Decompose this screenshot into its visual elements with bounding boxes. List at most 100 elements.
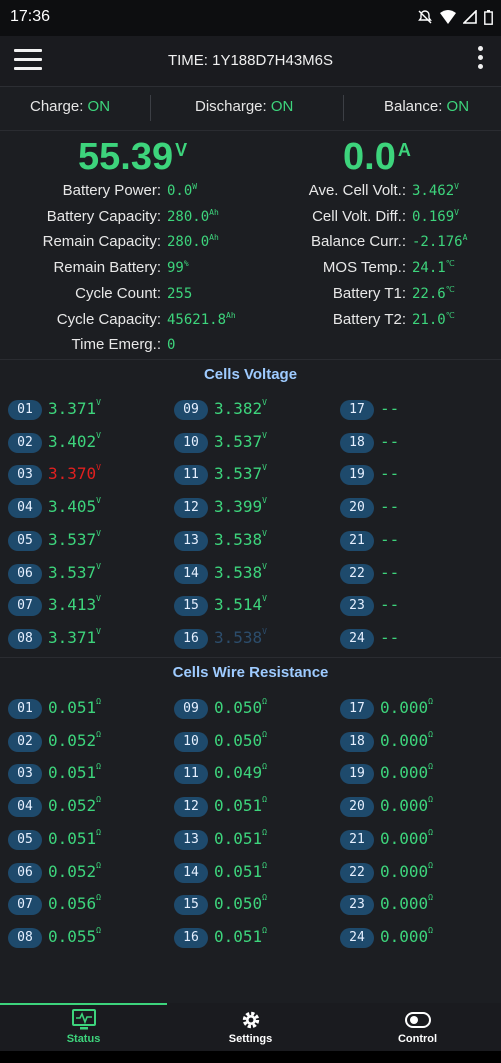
cell-voltage-item: 03 3.370V [8, 463, 168, 487]
cell-value: 3.537V [48, 561, 101, 582]
cell-value: 0.050Ω [214, 729, 267, 750]
cell-unit: Ω [428, 893, 433, 903]
stat-row: Cell Volt. Diff.: 0.169V [0, 208, 501, 230]
cell-number: 0.050 [214, 730, 263, 750]
cell-number-badge: 24 [340, 628, 374, 649]
cell-unit: Ω [96, 729, 101, 739]
cell-number: 0.051 [48, 828, 97, 848]
nav-control[interactable]: Control [334, 1003, 501, 1051]
cell-voltage-item: 08 3.371V [8, 627, 168, 651]
cell-value: 0.000Ω [380, 762, 433, 783]
cell-number-badge: 15 [174, 895, 208, 916]
cell-number: 3.514 [214, 595, 263, 615]
cell-number-badge: 01 [8, 400, 42, 420]
cell-value: 0.051Ω [48, 762, 101, 782]
cell-number: 0.000 [380, 763, 429, 783]
cell-number-badge: 18 [340, 731, 374, 752]
wire-resistance-item: 19 0.000Ω [340, 762, 500, 786]
divider [343, 95, 344, 121]
nav-settings[interactable]: Settings [167, 1003, 334, 1051]
cell-number-badge: 15 [174, 596, 208, 617]
cell-value: 3.382V [214, 398, 267, 418]
cell-number: 0.000 [380, 828, 429, 848]
cell-number: -- [380, 399, 400, 418]
cell-number-badge: 23 [340, 895, 374, 916]
cell-voltage-item: 19 -- [340, 463, 500, 487]
wire-resistance-item: 09 0.050Ω [174, 697, 334, 721]
cell-value: 3.370V [48, 463, 101, 483]
cell-number-badge: 20 [340, 797, 374, 818]
cell-number: -- [380, 497, 400, 517]
cell-number-badge: 17 [340, 699, 374, 719]
stat-value: 21.0℃ [412, 311, 455, 328]
cell-value: 3.405V [48, 496, 101, 516]
cell-unit: Ω [428, 762, 433, 772]
stat-number: 24.1 [412, 260, 446, 277]
cell-unit: V [262, 594, 267, 604]
cell-unit: V [96, 626, 101, 636]
cell-number-badge: 24 [340, 927, 374, 948]
cells-voltage-title: Cells Voltage [203, 366, 298, 383]
cell-value: 3.538V [214, 627, 267, 647]
cell-value: -- [380, 497, 399, 516]
cell-number-badge: 14 [174, 862, 208, 883]
cell-number-badge: 22 [340, 563, 374, 584]
stat-label: Ave. Cell Volt.: [308, 182, 406, 199]
cell-unit: V [262, 496, 267, 506]
cell-number: 0.051 [214, 926, 263, 946]
gear-icon [242, 1011, 259, 1029]
stat-number: 0.169 [412, 208, 455, 225]
cell-value: 0.000Ω [380, 828, 433, 848]
cell-number: 0.000 [380, 861, 429, 881]
cell-value: 3.538V [214, 529, 267, 549]
cell-voltage-item: 23 -- [340, 594, 500, 618]
cell-number: 0.052 [48, 861, 97, 881]
cell-unit: V [96, 594, 101, 604]
cell-voltage-item: 04 3.405V [8, 496, 168, 520]
nav-status[interactable]: Status [0, 1003, 167, 1051]
cell-number: 0.000 [380, 796, 429, 816]
bottom-navigation: Status Settings Control [0, 1003, 501, 1051]
stat-label: Balance Curr.: [310, 233, 406, 251]
cell-voltage-item: 18 -- [340, 431, 500, 455]
wire-resistance-item: 24 0.000Ω [340, 926, 500, 950]
cell-number: 3.537 [214, 431, 263, 451]
cell-number: 3.537 [48, 529, 97, 549]
wire-resistance-item: 02 0.052Ω [8, 730, 168, 754]
cell-number: 3.538 [214, 529, 263, 549]
cell-value: 0.052Ω [48, 795, 101, 815]
cell-number: -- [380, 595, 400, 615]
wire-resistance-item: 10 0.050Ω [174, 730, 334, 754]
cell-unit: Ω [428, 729, 433, 739]
cell-value: 0.051Ω [214, 828, 267, 848]
divider [0, 130, 501, 131]
cell-voltage-item: 10 3.537V [174, 431, 334, 455]
cell-value: 0.051Ω [214, 860, 267, 881]
wire-resistance-item: 03 0.051Ω [8, 762, 168, 786]
cell-number-badge: 20 [340, 498, 374, 519]
cell-voltage-item: 06 3.537V [8, 562, 168, 586]
stat-label: Battery T2: [332, 310, 406, 328]
balance-status-value: ON [446, 98, 470, 115]
cell-unit: Ω [262, 860, 267, 870]
cell-unit: Ω [96, 795, 101, 805]
cell-voltage-item: 07 3.413V [8, 594, 168, 618]
cell-unit: Ω [96, 860, 101, 870]
cell-voltage-item: 13 3.538V [174, 529, 334, 553]
cell-unit: Ω [262, 729, 267, 739]
cell-number: 0.051 [214, 861, 263, 881]
discharge-status: Discharge: ON [195, 98, 294, 115]
stat-value: 22.6℃ [412, 285, 455, 302]
cell-number: 0.051 [48, 698, 97, 717]
cell-voltage-item: 16 3.538V [174, 627, 334, 651]
overflow-menu-icon[interactable] [475, 46, 485, 76]
cell-value: 0.050Ω [214, 697, 267, 717]
cell-value: 0.000Ω [380, 861, 433, 881]
cell-number: 3.537 [214, 464, 263, 484]
cell-number-badge: 10 [174, 432, 208, 453]
cell-voltage-item: 17 -- [340, 398, 500, 422]
cell-number-badge: 09 [174, 400, 208, 420]
cell-value: 0.000Ω [380, 926, 433, 946]
cell-unit: V [96, 561, 101, 571]
cell-number: 0.050 [214, 698, 263, 717]
